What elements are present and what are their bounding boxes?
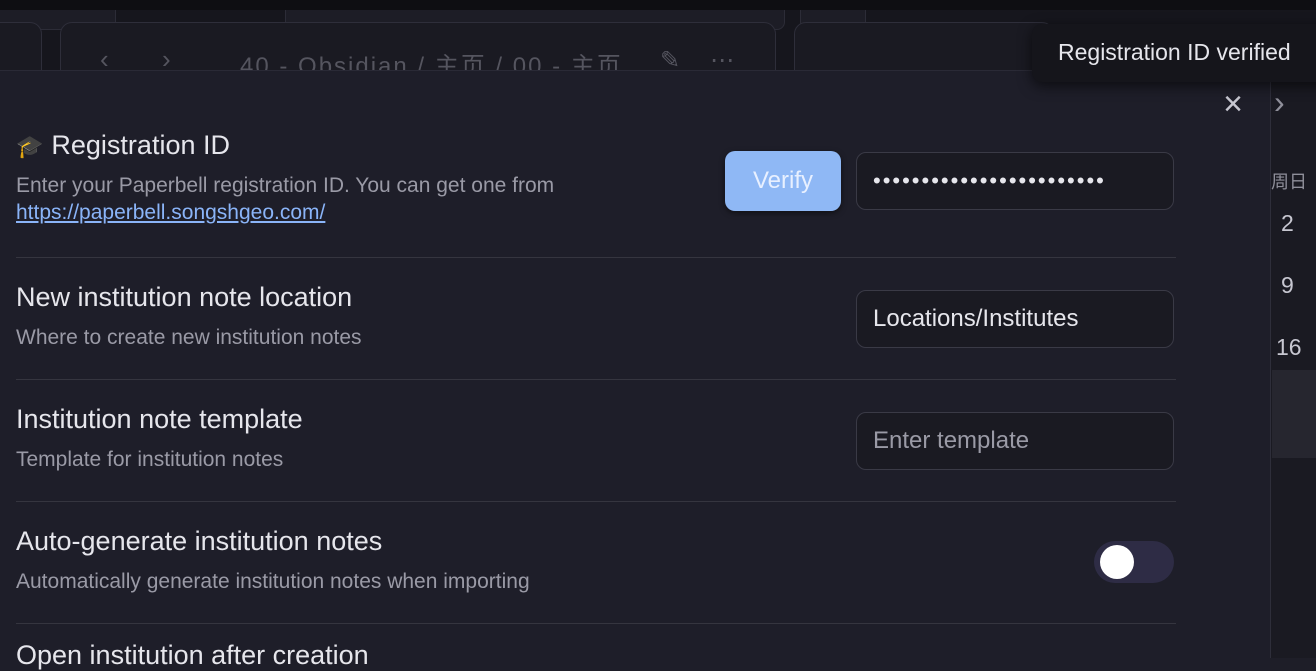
chevron-right-icon[interactable]: › — [1274, 84, 1285, 121]
calendar-weekday-header: 周日 — [1271, 172, 1307, 192]
setting-description: Automatically generate institution notes… — [16, 570, 530, 593]
graduation-cap-icon: 🎓 — [16, 134, 44, 159]
verify-button[interactable]: Verify — [725, 151, 841, 211]
calendar-day[interactable]: 2 — [1281, 210, 1294, 237]
calendar-day[interactable]: 16 — [1276, 334, 1302, 361]
auto-generate-toggle[interactable] — [1094, 541, 1174, 583]
institution-location-input[interactable]: Locations/Institutes — [856, 290, 1174, 348]
calendar-selected-week — [1272, 370, 1316, 458]
close-icon[interactable]: × — [1219, 87, 1247, 121]
calendar-panel — [1270, 70, 1316, 658]
setting-title: Open institution after creation — [16, 640, 369, 670]
notification-toast: Registration ID verified — [1032, 24, 1316, 82]
registration-id-input[interactable]: •••••••••••••••••••••••• — [856, 152, 1174, 210]
setting-auto-generate: Auto-generate institution notes Automati… — [16, 526, 1176, 624]
calendar-day[interactable]: 9 — [1281, 272, 1294, 299]
institution-template-input[interactable]: Enter template — [856, 412, 1174, 470]
setting-title: Auto-generate institution notes — [16, 526, 383, 556]
toggle-knob — [1100, 545, 1134, 579]
window-top-strip — [0, 0, 1316, 10]
